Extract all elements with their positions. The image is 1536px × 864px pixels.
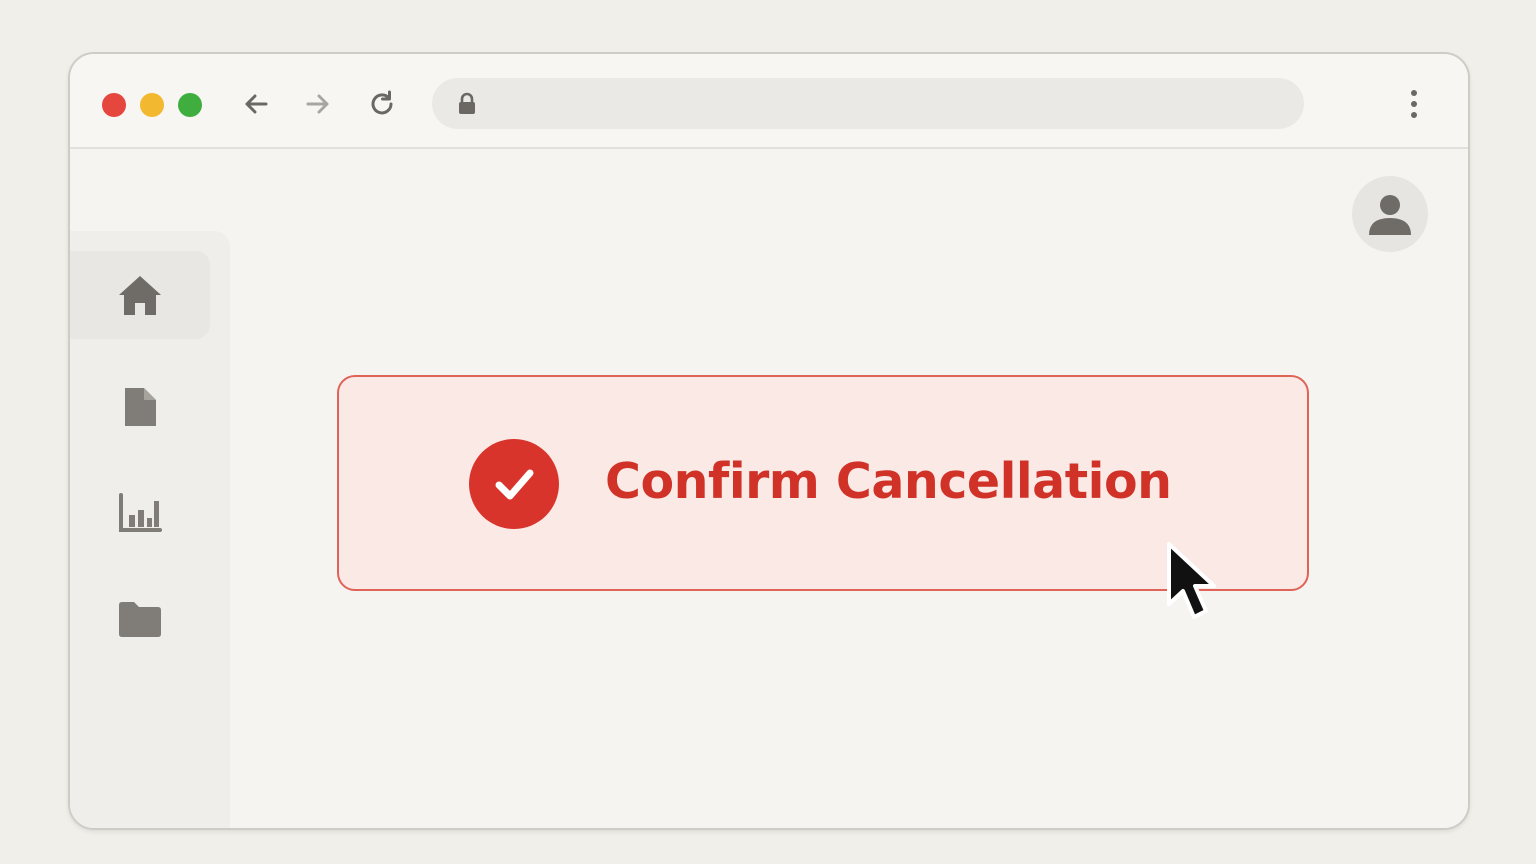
address-bar[interactable] <box>432 78 1304 129</box>
user-icon <box>1369 195 1411 235</box>
browser-window: Confirm Cancellation <box>68 52 1470 830</box>
home-icon <box>119 276 161 315</box>
browser-menu-button[interactable] <box>1396 84 1432 124</box>
page-content: Confirm Cancellation <box>70 149 1468 828</box>
confirm-cancellation-button[interactable]: Confirm Cancellation <box>337 375 1309 591</box>
arrow-left-icon <box>245 94 268 114</box>
document-icon <box>125 388 156 426</box>
lock-icon <box>456 92 478 120</box>
close-window-button[interactable] <box>102 93 126 117</box>
arrow-right-icon <box>306 94 329 114</box>
browser-toolbar <box>70 54 1468 149</box>
minimize-window-button[interactable] <box>140 93 164 117</box>
confirm-cancellation-label: Confirm Cancellation <box>605 453 1172 510</box>
sidebar-item-home[interactable] <box>70 251 210 339</box>
sidebar <box>70 231 230 828</box>
vertical-dots-icon <box>1411 90 1417 118</box>
chart-icon <box>119 493 162 532</box>
maximize-window-button[interactable] <box>178 93 202 117</box>
forward-button[interactable] <box>298 84 338 124</box>
reload-button[interactable] <box>362 84 402 124</box>
reload-icon <box>371 90 393 115</box>
check-circle-icon <box>469 439 559 529</box>
sidebar-item-analytics[interactable] <box>70 469 210 557</box>
user-avatar-button[interactable] <box>1352 176 1428 252</box>
sidebar-item-documents[interactable] <box>70 363 210 451</box>
back-button[interactable] <box>236 84 276 124</box>
folder-icon <box>119 602 161 637</box>
url-input[interactable] <box>492 86 1276 122</box>
sidebar-item-folders[interactable] <box>70 575 210 663</box>
